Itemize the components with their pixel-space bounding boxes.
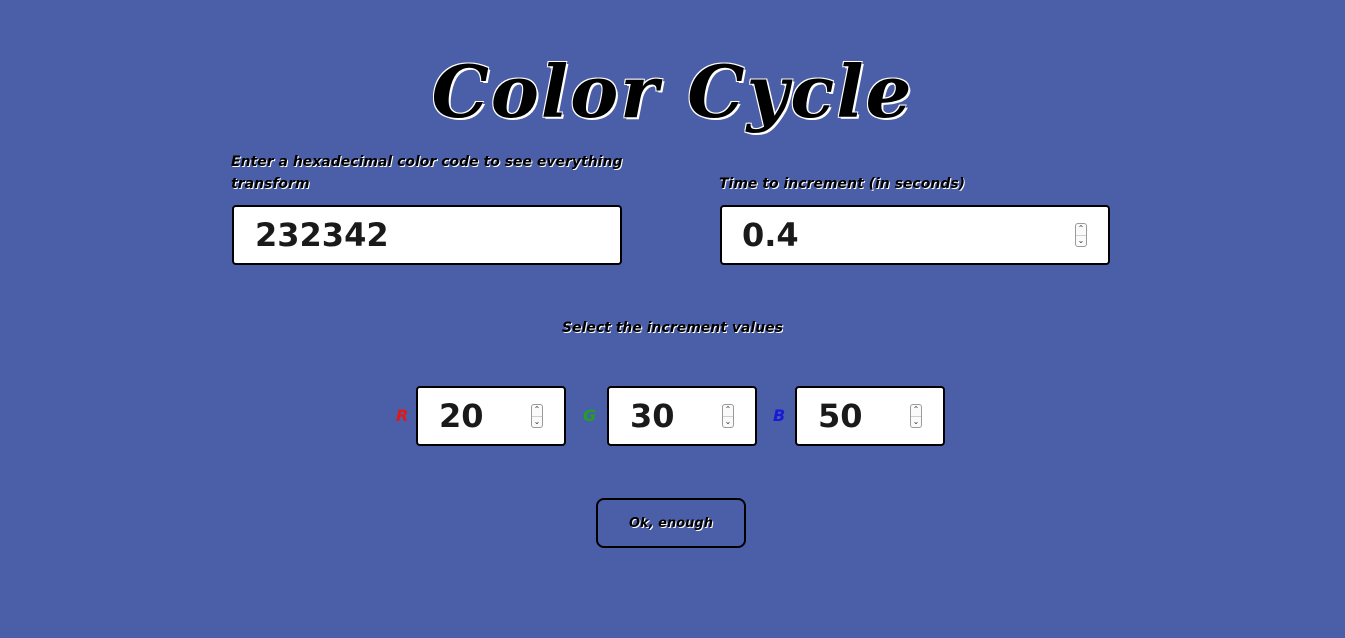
hex-color-input[interactable]: 232342: [232, 205, 622, 265]
ok-enough-button[interactable]: Ok, enough: [596, 498, 746, 548]
b-increment-value: 50: [818, 397, 863, 435]
chevron-down-icon[interactable]: ⌄: [723, 415, 733, 428]
page-title: Color Cycle: [431, 49, 914, 134]
chevron-down-icon[interactable]: ⌄: [1076, 234, 1086, 247]
b-increment-stepper[interactable]: ⌃ ⌄: [910, 404, 922, 428]
chevron-down-icon[interactable]: ⌄: [911, 415, 921, 428]
increment-values-label: Select the increment values: [561, 320, 783, 336]
hex-color-value: 232342: [255, 216, 389, 254]
time-increment-stepper[interactable]: ⌃ ⌄: [1075, 223, 1087, 247]
r-increment-input[interactable]: 20 ⌃ ⌄: [416, 386, 566, 446]
time-increment-value: 0.4: [742, 216, 799, 254]
channel-r-label: R: [396, 406, 409, 425]
chevron-up-icon[interactable]: ⌃: [911, 405, 921, 416]
b-increment-input[interactable]: 50 ⌃ ⌄: [795, 386, 945, 446]
g-increment-input[interactable]: 30 ⌃ ⌄: [607, 386, 757, 446]
chevron-up-icon[interactable]: ⌃: [1076, 224, 1086, 235]
time-field-label: Time to increment (in seconds): [719, 176, 966, 192]
r-increment-value: 20: [439, 397, 484, 435]
chevron-up-icon[interactable]: ⌃: [723, 405, 733, 416]
chevron-up-icon[interactable]: ⌃: [532, 405, 542, 416]
g-increment-stepper[interactable]: ⌃ ⌄: [722, 404, 734, 428]
chevron-down-icon[interactable]: ⌄: [532, 415, 542, 428]
channel-b-label: B: [773, 406, 786, 425]
channel-g-label: G: [583, 406, 597, 425]
time-increment-input[interactable]: 0.4 ⌃ ⌄: [720, 205, 1110, 265]
r-increment-stepper[interactable]: ⌃ ⌄: [531, 404, 543, 428]
g-increment-value: 30: [630, 397, 675, 435]
hex-field-label: Enter a hexadecimal color code to see ev…: [231, 154, 623, 192]
